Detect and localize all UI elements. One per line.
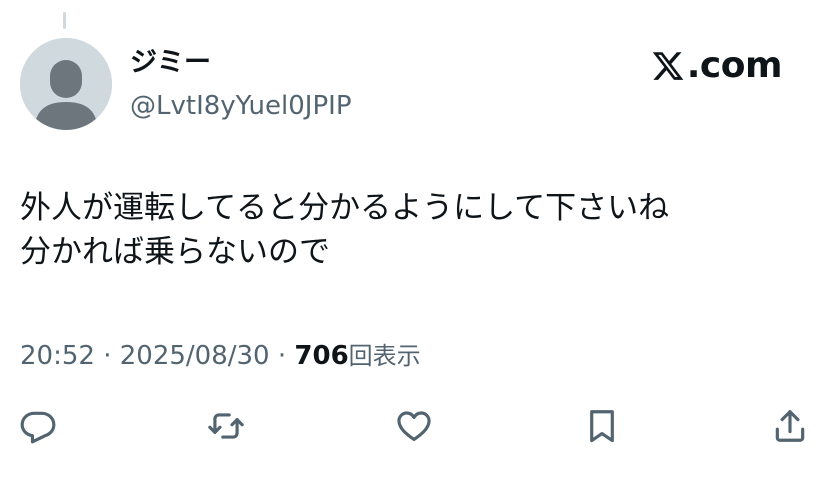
x-logo-icon: [651, 49, 685, 83]
repost-button[interactable]: [206, 406, 246, 446]
post-time[interactable]: 20:52: [20, 341, 95, 371]
author-handle[interactable]: @LvtI8yYuel0JPIP: [130, 89, 352, 123]
meta-separator: ·: [103, 341, 112, 371]
post-text: 外人が運転してると分かるようにして下さいね 分かれば乗らないので: [20, 186, 810, 274]
post-text-line: 外人が運転してると分かるようにして下さいね: [20, 190, 670, 226]
post-metadata: 20:52 · 2025/08/30 · 706回表示: [20, 338, 421, 374]
share-icon: [775, 410, 805, 442]
like-button[interactable]: [394, 406, 434, 446]
thread-connector-line: [63, 12, 66, 29]
default-avatar-icon: [20, 38, 112, 130]
reply-icon: [20, 411, 56, 444]
x-brand-logo: .com: [651, 44, 783, 88]
post-text-line: 分かれば乗らないので: [20, 234, 330, 270]
bookmark-icon: [590, 410, 614, 443]
brand-domain-suffix: .com: [686, 45, 783, 86]
reply-button[interactable]: [18, 406, 58, 446]
avatar[interactable]: [20, 38, 112, 130]
bookmark-button[interactable]: [582, 406, 622, 446]
meta-separator: ·: [277, 341, 287, 371]
share-button[interactable]: [770, 406, 810, 446]
post-date[interactable]: 2025/08/30: [120, 341, 270, 371]
views-label: 回表示: [348, 342, 421, 370]
author-display-name[interactable]: ジミー: [130, 46, 211, 80]
views-count[interactable]: 706: [294, 341, 348, 371]
like-icon: [397, 411, 431, 442]
repost-icon: [208, 413, 244, 439]
